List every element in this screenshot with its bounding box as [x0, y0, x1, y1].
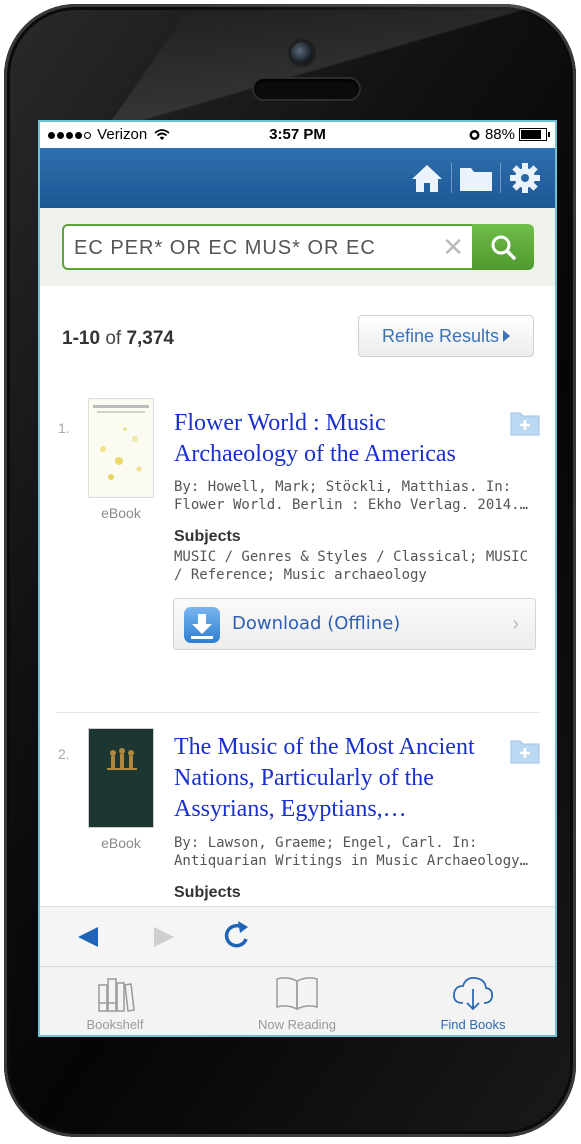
- download-offline-button[interactable]: Download (Offline) ›: [173, 598, 536, 650]
- alarm-icon: [469, 130, 480, 140]
- result-title-link[interactable]: Flower World : Music Archaeology of the …: [174, 408, 494, 470]
- search-icon: [491, 235, 516, 260]
- status-bar: Verizon 3:57 PM 88%: [40, 122, 555, 148]
- settings-button[interactable]: [505, 160, 545, 196]
- cloud-download-icon: [453, 977, 494, 1011]
- result-type: eBook: [101, 835, 141, 851]
- book-cover[interactable]: [88, 398, 154, 498]
- subjects-list: MUSIC / Genres & Styles / Classical; MUS…: [174, 549, 529, 583]
- result-source: Flower World. Berlin : Ekho Verlag. 2014…: [174, 497, 529, 513]
- tab-bar: Bookshelf Now Reading Find Books: [40, 966, 555, 1035]
- tab-label: Bookshelf: [86, 1017, 144, 1032]
- cover-image: [89, 399, 153, 497]
- results-count: 1-10 of 7,374: [62, 328, 174, 350]
- bookshelf-icon: [98, 978, 135, 1012]
- results-total: 7,374: [126, 328, 174, 349]
- cover-image: [89, 729, 153, 827]
- app-screen: Verizon 3:57 PM 88% EC PER* OR EC MUS* O…: [40, 122, 555, 1035]
- search-box: ✕: [62, 224, 472, 270]
- refine-results-button[interactable]: Refine Results: [358, 315, 534, 357]
- battery-percent: 88%: [484, 126, 515, 143]
- front-camera: [291, 42, 313, 64]
- tab-now-reading[interactable]: Now Reading: [222, 967, 372, 1035]
- result-index: 1.: [58, 420, 70, 436]
- tab-bookshelf[interactable]: Bookshelf: [40, 967, 190, 1035]
- folder-add-icon: [510, 412, 540, 436]
- tab-label: Find Books: [440, 1017, 506, 1032]
- folder-add-icon: [510, 740, 540, 764]
- toolbar-divider: [500, 163, 501, 193]
- download-icon: [184, 607, 220, 643]
- battery-info: 88%: [468, 126, 550, 143]
- search-button[interactable]: [472, 224, 534, 270]
- back-button[interactable]: [76, 925, 100, 949]
- search-input[interactable]: [72, 226, 436, 270]
- book-cover[interactable]: [88, 728, 154, 828]
- subjects-heading: Subjects: [174, 884, 241, 901]
- tab-find-books[interactable]: Find Books: [398, 967, 548, 1035]
- browser-controls: [40, 906, 555, 967]
- result-authors: By: Howell, Mark; Stöckli, Matthias. In:: [174, 479, 512, 495]
- folder-icon: [460, 168, 492, 191]
- tab-label: Now Reading: [257, 1017, 337, 1032]
- open-book-icon: [276, 977, 318, 1011]
- app-toolbar: [40, 148, 555, 208]
- refresh-button[interactable]: [222, 919, 250, 953]
- search-area: ✕: [40, 208, 555, 286]
- earpiece-speaker: [254, 79, 359, 99]
- toolbar-divider: [451, 163, 452, 193]
- add-to-folder-button[interactable]: [510, 410, 540, 436]
- add-to-folder-button[interactable]: [510, 738, 540, 764]
- result-authors: By: Lawson, Graeme; Engel, Carl. In:: [174, 835, 478, 851]
- gear-icon: [510, 163, 540, 193]
- results-list: 1-10 of 7,374 Refine Results 1. eBook Fl…: [40, 286, 555, 906]
- home-icon: [412, 165, 442, 192]
- result-type: eBook: [101, 505, 141, 521]
- home-button[interactable]: [407, 160, 447, 196]
- battery-icon: [519, 128, 550, 141]
- result-index: 2.: [58, 746, 70, 762]
- caret-right-icon: [503, 330, 511, 342]
- result-title-link[interactable]: The Music of the Most Ancient Nations, P…: [174, 732, 494, 825]
- forward-button[interactable]: [152, 925, 176, 949]
- clear-icon[interactable]: ✕: [442, 234, 464, 260]
- results-range: 1-10: [62, 328, 101, 349]
- chevron-right-icon: ›: [512, 613, 519, 635]
- subjects-heading: Subjects: [174, 528, 241, 545]
- refine-label: Refine Results: [381, 325, 500, 346]
- result-source: Antiquarian Writings in Music Archaeolog…: [174, 853, 529, 869]
- download-label: Download (Offline): [232, 613, 401, 634]
- phone-home-button[interactable]: [243, 1048, 339, 1144]
- folder-button[interactable]: [456, 160, 496, 196]
- results-of: of: [105, 328, 122, 349]
- result-divider: [56, 712, 539, 713]
